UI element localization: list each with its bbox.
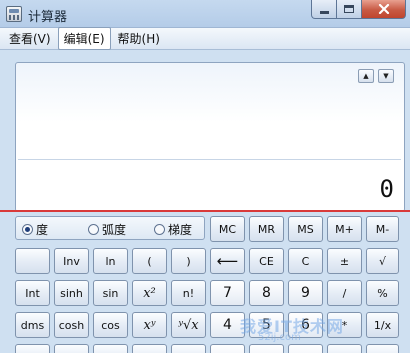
mc-button[interactable]: MC xyxy=(210,216,245,242)
square-button[interactable]: x² xyxy=(132,280,167,306)
mr-button[interactable]: MR xyxy=(249,216,284,242)
radio-gradians[interactable]: 梯度 xyxy=(154,221,192,238)
maximize-icon xyxy=(344,5,354,13)
backspace-button[interactable]: ⟵ xyxy=(210,248,245,274)
c-button[interactable]: C xyxy=(288,248,323,274)
angle-unit-group: 度 弧度 梯度 xyxy=(15,216,205,240)
display-value: 0 xyxy=(379,175,394,203)
minimize-button[interactable] xyxy=(311,0,337,19)
window-controls xyxy=(311,0,406,20)
reciprocal-button[interactable]: 1/x xyxy=(366,312,399,338)
close-paren-button[interactable]: ) xyxy=(171,248,206,274)
m-plus-button[interactable]: M+ xyxy=(327,216,362,242)
ms-button[interactable]: MS xyxy=(288,216,323,242)
sin-button[interactable]: sin xyxy=(93,280,128,306)
open-paren-button[interactable]: ( xyxy=(132,248,167,274)
menu-view[interactable]: 查看(V) xyxy=(4,28,56,49)
partial-button[interactable] xyxy=(327,344,362,353)
power-button[interactable]: xʸ xyxy=(132,312,167,338)
cosh-button[interactable]: cosh xyxy=(54,312,89,338)
window-title: 计算器 xyxy=(28,10,68,25)
calculator-app-icon xyxy=(6,6,22,22)
blank-button[interactable] xyxy=(15,248,50,274)
title-bar: 计算器 xyxy=(0,0,410,28)
radio-radians[interactable]: 弧度 xyxy=(88,221,126,238)
percent-button[interactable]: % xyxy=(366,280,399,306)
radio-label: 度 xyxy=(36,223,49,237)
partial-button[interactable] xyxy=(288,344,323,353)
sqrt-button[interactable]: √ xyxy=(366,248,399,274)
radio-degrees[interactable]: 度 xyxy=(22,221,48,238)
int-button[interactable]: Int xyxy=(15,280,50,306)
separator-line xyxy=(0,210,410,212)
m-minus-button[interactable]: M- xyxy=(366,216,399,242)
radio-dot xyxy=(22,224,33,235)
menu-bar: 查看(V) 编辑(E) 帮助(H) xyxy=(0,27,410,50)
digit-8-button[interactable]: 8 xyxy=(249,280,284,306)
maximize-button[interactable] xyxy=(337,0,362,19)
partial-button[interactable] xyxy=(15,344,50,353)
radio-label: 弧度 xyxy=(102,223,127,237)
menu-edit[interactable]: 编辑(E) xyxy=(57,27,111,50)
minimize-icon xyxy=(319,10,329,14)
partial-button[interactable] xyxy=(249,344,284,353)
watermark-url: 52ij.com xyxy=(258,332,301,343)
inv-button[interactable]: Inv xyxy=(54,248,89,274)
partial-button[interactable] xyxy=(171,344,206,353)
close-button[interactable] xyxy=(362,0,406,19)
backspace-arrow-icon: ⟵ xyxy=(216,252,239,270)
partial-button[interactable] xyxy=(210,344,245,353)
ln-button[interactable]: ln xyxy=(93,248,128,274)
radio-dot xyxy=(154,224,165,235)
arrow-up-icon: ▲ xyxy=(363,72,369,80)
root-button[interactable]: ʸ√x xyxy=(171,312,206,338)
close-icon xyxy=(378,4,389,14)
history-up-button[interactable]: ▲ xyxy=(358,69,374,83)
sign-button[interactable]: ± xyxy=(327,248,362,274)
dms-button[interactable]: dms xyxy=(15,312,50,338)
radio-dot xyxy=(88,224,99,235)
partial-button[interactable] xyxy=(132,344,167,353)
ce-button[interactable]: CE xyxy=(249,248,284,274)
radio-label: 梯度 xyxy=(168,223,193,237)
partial-button[interactable] xyxy=(54,344,89,353)
partial-button[interactable] xyxy=(366,344,399,353)
arrow-down-icon: ▼ xyxy=(383,72,389,80)
partial-button[interactable] xyxy=(93,344,128,353)
digit-9-button[interactable]: 9 xyxy=(288,280,323,306)
calculator-display: ▲ ▼ 0 xyxy=(15,62,405,212)
digit-7-button[interactable]: 7 xyxy=(210,280,245,306)
sinh-button[interactable]: sinh xyxy=(54,280,89,306)
display-divider xyxy=(18,159,401,160)
factorial-button[interactable]: n! xyxy=(171,280,206,306)
divide-button[interactable]: / xyxy=(327,280,362,306)
menu-help[interactable]: 帮助(H) xyxy=(113,28,165,49)
cos-button[interactable]: cos xyxy=(93,312,128,338)
history-down-button[interactable]: ▼ xyxy=(378,69,394,83)
